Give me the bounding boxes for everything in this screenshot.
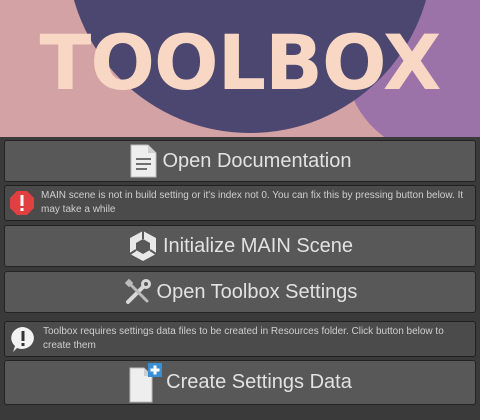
toolbox-panel: Open Documentation MAIN scene is not in … xyxy=(0,137,480,420)
initialize-main-scene-button[interactable]: Initialize MAIN Scene xyxy=(4,225,476,267)
create-settings-data-label: Create Settings Data xyxy=(166,371,352,393)
error-icon xyxy=(9,190,35,216)
toolbox-banner: TOOLBOX xyxy=(0,0,480,137)
open-documentation-label: Open Documentation xyxy=(162,149,352,172)
main-scene-error-text: MAIN scene is not in build setting or it… xyxy=(41,190,464,215)
settings-info-box: Toolbox requires settings data files to … xyxy=(4,321,476,357)
tools-icon xyxy=(123,277,153,307)
open-toolbox-settings-label: Open Toolbox Settings xyxy=(156,280,358,303)
main-scene-error-box: MAIN scene is not in build setting or it… xyxy=(4,185,476,221)
initialize-main-scene-label: Initialize MAIN Scene xyxy=(162,234,354,257)
create-settings-data-button[interactable]: Create Settings Data xyxy=(4,360,476,405)
banner-title: TOOLBOX xyxy=(39,18,442,107)
info-icon xyxy=(9,325,37,353)
open-toolbox-settings-button[interactable]: Open Toolbox Settings xyxy=(4,271,476,313)
open-documentation-button[interactable]: Open Documentation xyxy=(4,140,476,182)
settings-info-text: Toolbox requires settings data files to … xyxy=(43,326,444,351)
new-file-icon xyxy=(128,362,163,403)
unity-cube-icon xyxy=(127,229,159,263)
document-icon xyxy=(128,144,158,178)
